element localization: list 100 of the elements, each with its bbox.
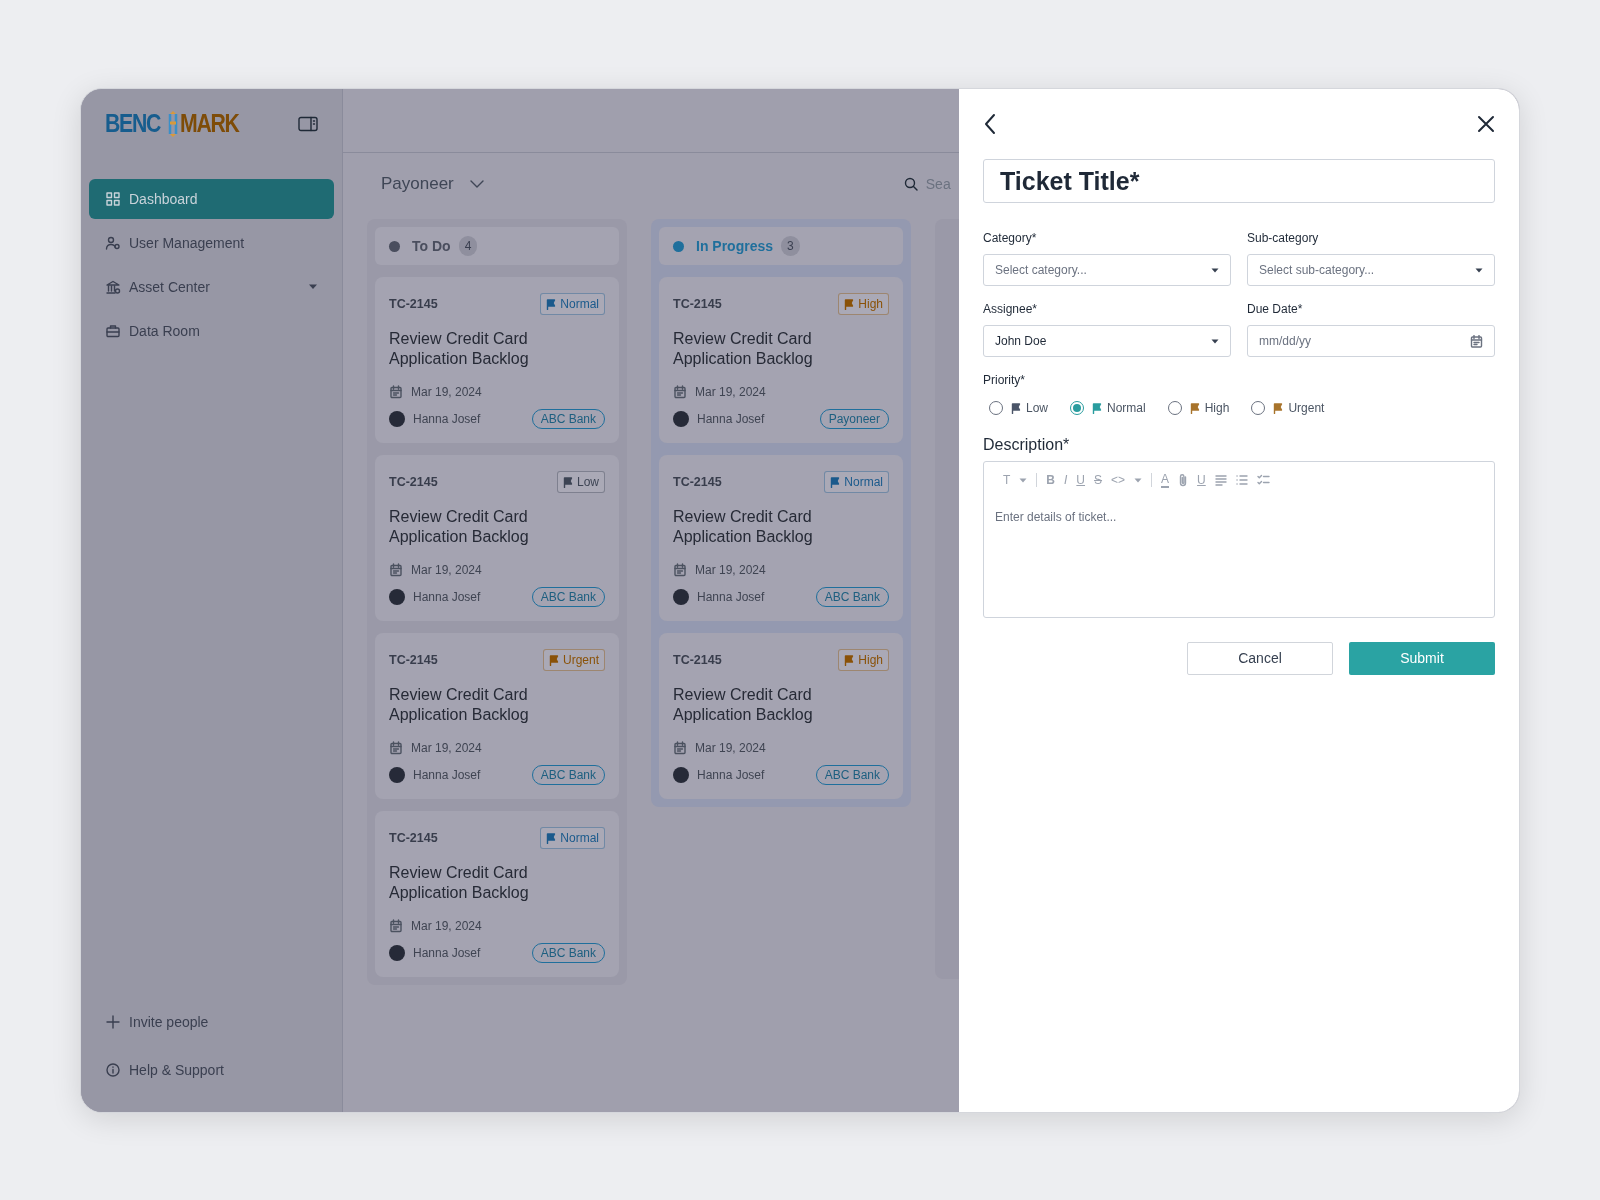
plus-icon xyxy=(105,1014,121,1030)
cancel-button[interactable]: Cancel xyxy=(1187,642,1333,675)
select-field[interactable]: Select sub-category... xyxy=(1247,254,1495,286)
select-field[interactable]: John Doe xyxy=(983,325,1231,357)
nav-item[interactable]: User Management xyxy=(89,223,334,263)
ticket-card[interactable]: TC-2145 High Review Credit Card Application Backlog Mar 19, 2024 Hanna Josef ABC Bank xyxy=(659,633,903,799)
briefcase-icon xyxy=(105,323,121,339)
priority-radio[interactable]: Urgent xyxy=(1251,399,1325,417)
title-field[interactable]: Ticket Title* xyxy=(983,159,1495,203)
nav-item[interactable]: Help & Support xyxy=(89,1050,334,1090)
ticket-title: Review Credit Card Application Backlog xyxy=(389,329,530,369)
ticket-card[interactable]: TC-2145 High Review Credit Card Application Backlog Mar 19, 2024 Hanna Josef Payoneer xyxy=(659,277,903,443)
ticket-card[interactable]: TC-2145 Urgent Review Credit Card Application Backlog Mar 19, 2024 Hanna Josef ABC Bank xyxy=(375,633,619,799)
caret-down-icon[interactable] xyxy=(1019,477,1028,483)
ticket-title: Review Credit Card Application Backlog xyxy=(673,685,814,725)
assignee-name: Hanna Josef xyxy=(413,767,482,784)
field-label: Assignee* xyxy=(983,301,1039,318)
field-label: Category* xyxy=(983,230,1038,247)
nav-item[interactable]: Asset Center xyxy=(89,267,334,307)
assignee-name: Hanna Josef xyxy=(697,411,766,428)
ticket-id: TC-2145 xyxy=(673,651,722,669)
flag-icon xyxy=(830,476,841,488)
sidebar-toggle-icon[interactable] xyxy=(298,116,318,132)
assignee-name: Hanna Josef xyxy=(413,411,482,428)
avatar xyxy=(389,589,405,605)
field-label: Sub-category xyxy=(1247,230,1320,247)
search-icon xyxy=(903,177,918,191)
ticket-title: Review Credit Card Application Backlog xyxy=(673,507,814,547)
grid-icon xyxy=(105,191,121,207)
ticket-title: Review Credit Card Application Backlog xyxy=(389,507,530,547)
workspace-dropdown[interactable]: Payoneer xyxy=(381,171,484,197)
column-title: To Do xyxy=(412,236,451,256)
field-label: Priority* xyxy=(983,372,1026,389)
close-icon[interactable] xyxy=(1477,115,1495,133)
bullet-list-icon[interactable] xyxy=(1235,474,1248,486)
italic-button[interactable]: I xyxy=(1064,473,1068,487)
users-icon xyxy=(105,235,121,251)
avatar xyxy=(673,767,689,783)
text-color-button[interactable]: A xyxy=(1161,472,1170,488)
column-title: In Progress xyxy=(696,236,774,256)
priority-tag: Urgent xyxy=(542,649,605,671)
due-date: Mar 19, 2024 xyxy=(411,384,482,401)
paperclip-icon[interactable] xyxy=(1178,473,1189,487)
calendar-icon xyxy=(389,563,403,577)
nav-item[interactable]: Data Room xyxy=(89,311,334,351)
strikethrough-button[interactable]: S xyxy=(1094,473,1103,487)
assignee-name: Hanna Josef xyxy=(413,589,482,606)
ticket-card[interactable]: TC-2145 Normal Review Credit Card Application Backlog Mar 19, 2024 Hanna Josef ABC Bank xyxy=(375,277,619,443)
priority-tag: High xyxy=(838,293,889,315)
nav-item[interactable]: Invite people xyxy=(89,1002,334,1042)
priority-radio[interactable]: Low xyxy=(989,399,1048,417)
ticket-id: TC-2145 xyxy=(389,651,438,669)
flag-icon xyxy=(546,298,557,310)
format-button[interactable]: <> xyxy=(1111,473,1126,487)
flag-icon xyxy=(844,654,855,666)
flag-icon xyxy=(563,476,573,488)
caret-down-icon[interactable] xyxy=(1134,477,1143,483)
avatar xyxy=(389,767,405,783)
align-icon[interactable] xyxy=(1214,474,1227,486)
caret-down-icon xyxy=(1475,267,1483,273)
field-label: Due Date* xyxy=(1247,301,1304,318)
calendar-icon xyxy=(673,385,687,399)
ticket-id: TC-2145 xyxy=(389,295,438,313)
calendar-icon xyxy=(673,741,687,755)
flag-icon xyxy=(546,832,557,844)
select-field[interactable]: Select category... xyxy=(983,254,1231,286)
due-date: Mar 19, 2024 xyxy=(411,740,482,757)
logo: BENC MARK xyxy=(105,108,240,140)
ticket-id: TC-2145 xyxy=(389,473,438,491)
underline-button[interactable]: U xyxy=(1076,473,1086,487)
ticket-title: Review Credit Card Application Backlog xyxy=(389,685,530,725)
priority-radio[interactable]: High xyxy=(1167,399,1230,417)
bold-button[interactable]: B xyxy=(1046,473,1055,487)
avatar xyxy=(389,411,405,427)
priority-radio[interactable]: Normal xyxy=(1070,399,1146,417)
description-placeholder: Enter details of ticket... xyxy=(995,509,1118,526)
caret-down-icon xyxy=(1211,267,1219,273)
submit-button[interactable]: Submit xyxy=(1349,642,1495,675)
priority-tag: Normal xyxy=(540,293,605,315)
ticket-card[interactable]: TC-2145 Normal Review Credit Card Application Backlog Mar 19, 2024 Hanna Josef ABC Bank xyxy=(659,455,903,621)
flag-icon xyxy=(844,298,855,310)
nav-item[interactable]: Dashboard xyxy=(89,179,334,219)
ticket-title: Review Credit Card Application Backlog xyxy=(673,329,814,369)
chevron-down-icon xyxy=(469,180,484,188)
format-button[interactable]: T xyxy=(1003,473,1011,487)
avatar xyxy=(673,589,689,605)
checklist-icon[interactable] xyxy=(1256,474,1270,486)
description-editor[interactable]: T B I U S <> A U Enter details of ticket... xyxy=(983,461,1495,618)
flag-icon xyxy=(548,654,559,666)
ticket-id: TC-2145 xyxy=(673,473,722,491)
avatar xyxy=(389,945,405,961)
date-field[interactable]: mm/dd/yy xyxy=(1247,325,1495,357)
assignee-name: Hanna Josef xyxy=(697,767,766,784)
calendar-icon xyxy=(389,741,403,755)
back-icon[interactable] xyxy=(983,113,997,135)
ticket-card[interactable]: TC-2145 Normal Review Credit Card Application Backlog Mar 19, 2024 Hanna Josef ABC Bank xyxy=(375,811,619,977)
ticket-card[interactable]: TC-2145 Low Review Credit Card Application Backlog Mar 19, 2024 Hanna Josef ABC Bank xyxy=(375,455,619,621)
calendar-icon xyxy=(389,919,403,933)
due-date: Mar 19, 2024 xyxy=(411,918,482,935)
count-badge: 4 xyxy=(458,236,478,256)
